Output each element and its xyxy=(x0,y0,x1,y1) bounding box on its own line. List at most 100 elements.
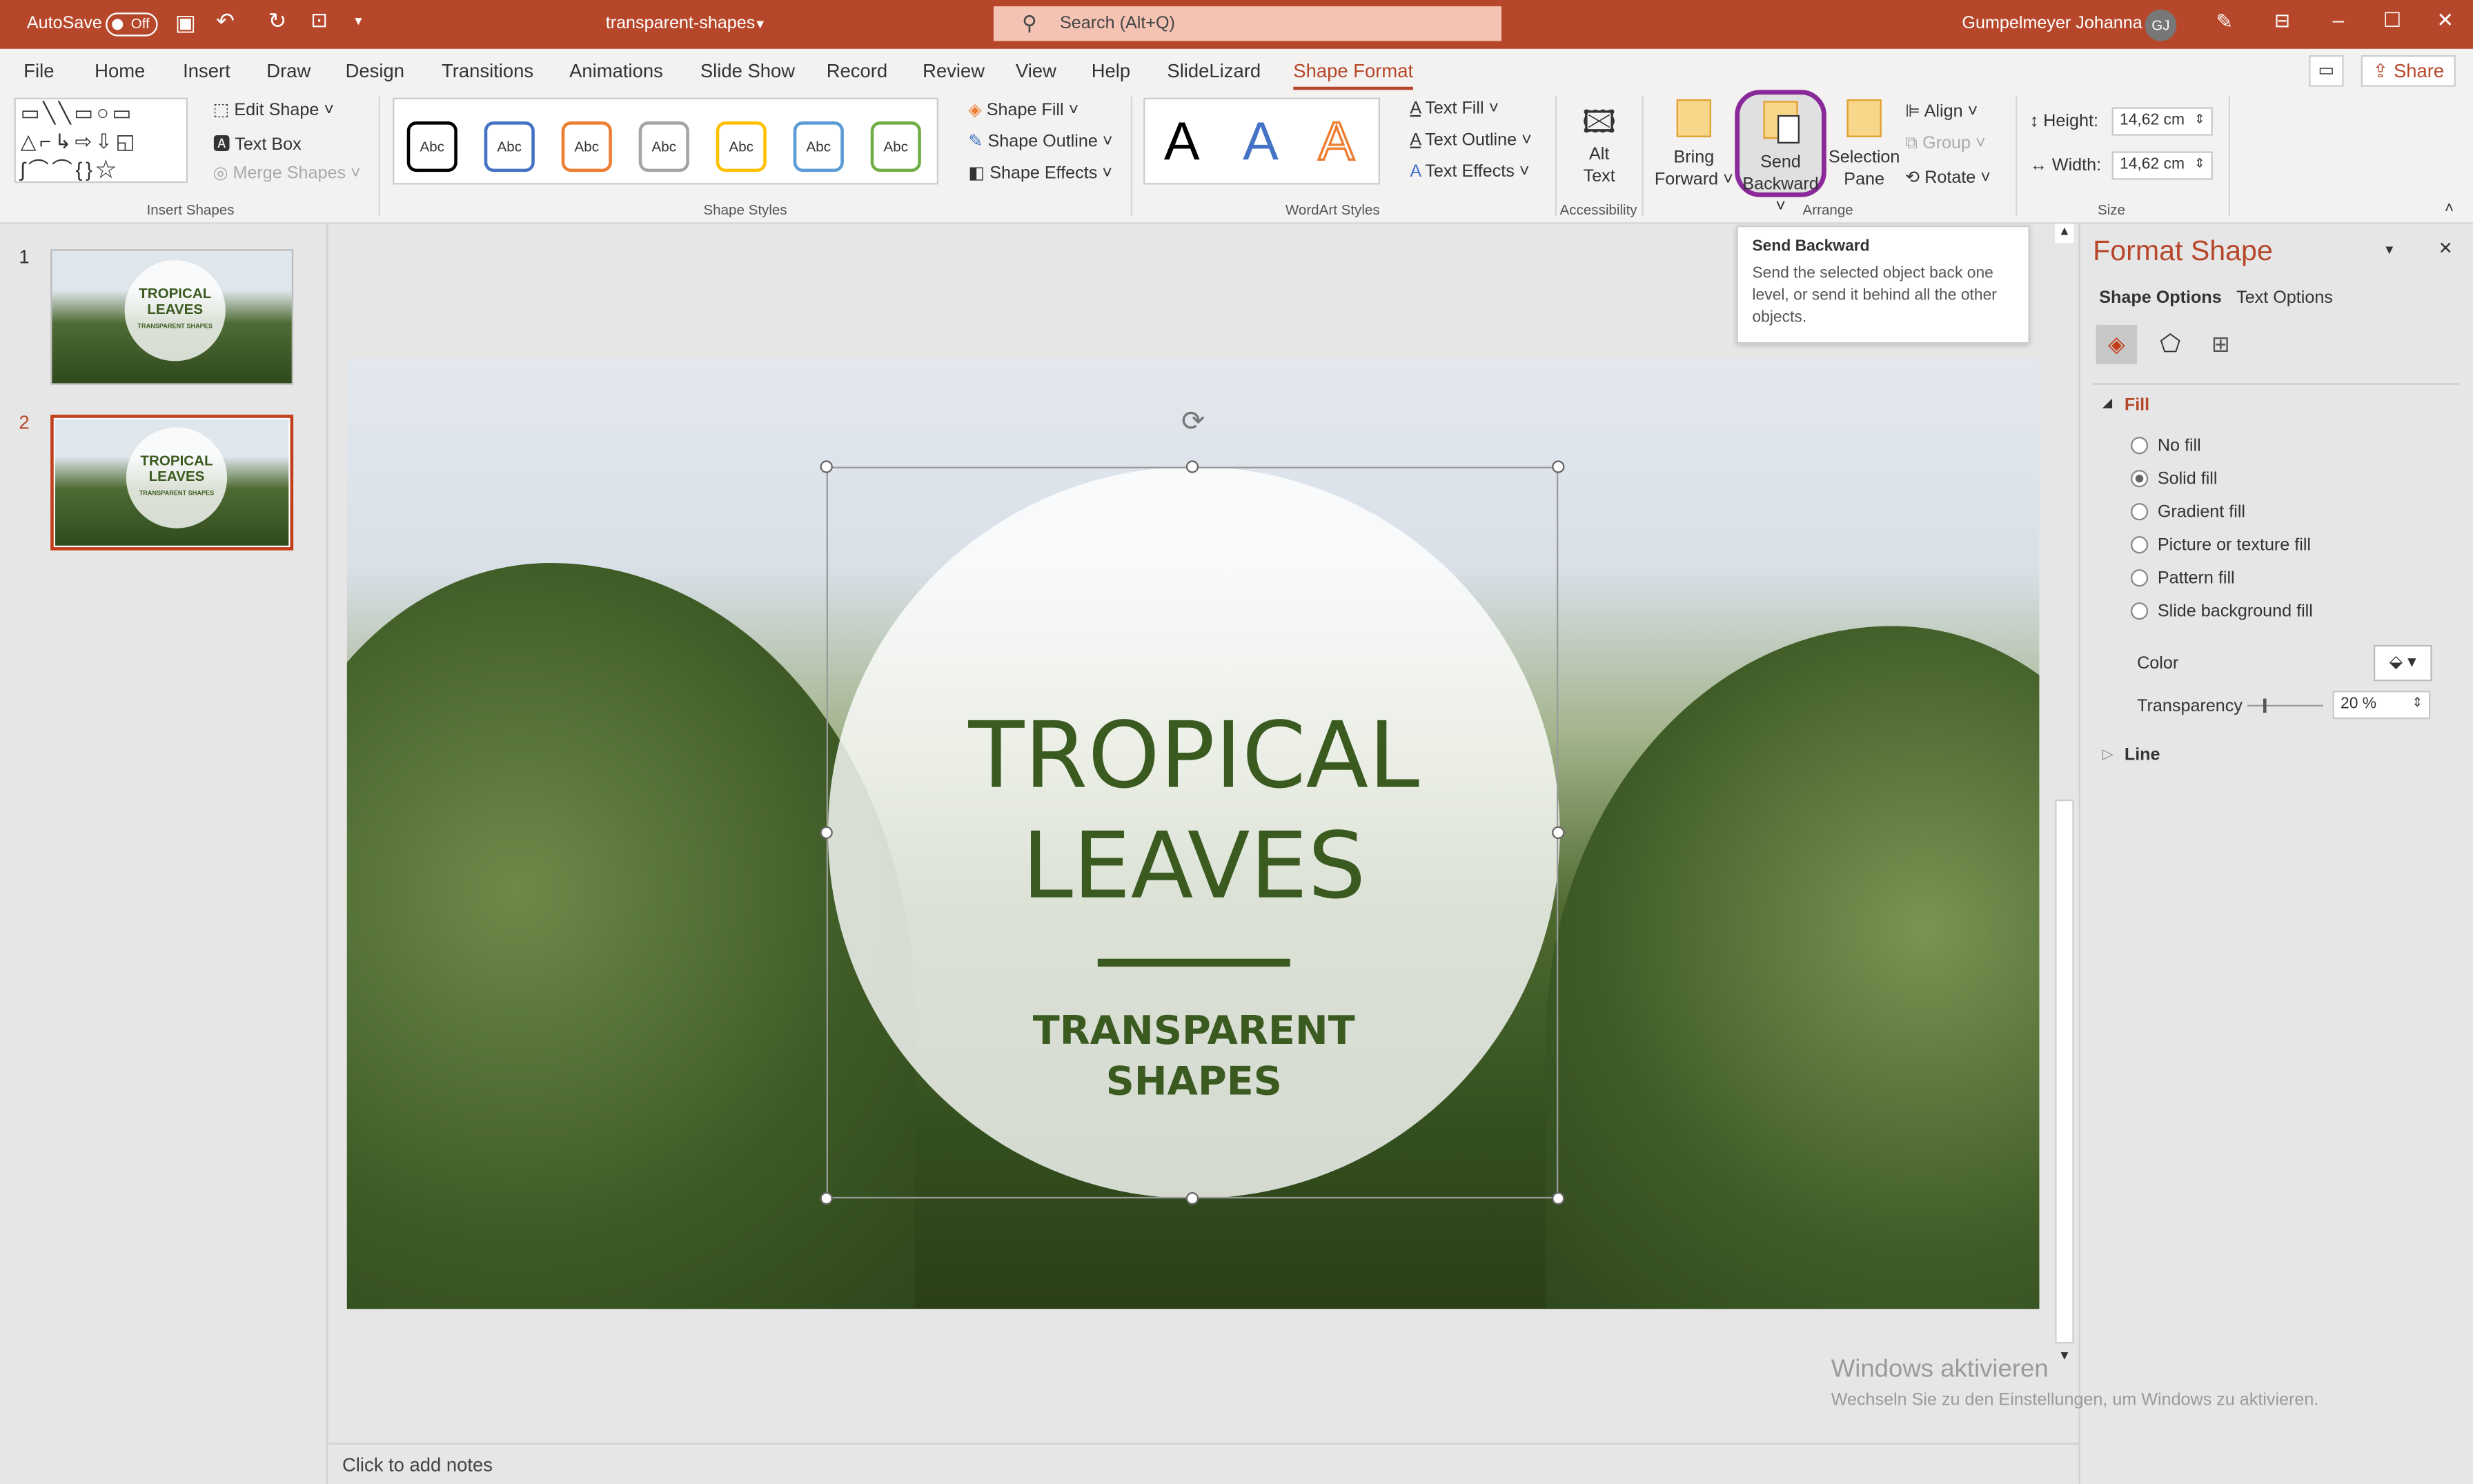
close-icon[interactable]: ✕ xyxy=(2436,8,2454,33)
resize-handle[interactable] xyxy=(1185,1191,1199,1205)
shape-outline-button[interactable]: ✎ Shape Outline ˅ xyxy=(968,131,1112,151)
ribbon-display-icon[interactable]: ⊟ xyxy=(2274,10,2290,32)
wordart-style[interactable]: A xyxy=(1243,112,1279,173)
shape-fill-button[interactable]: ◈ Shape Fill ˅ xyxy=(968,99,1078,119)
spinner-icon[interactable]: ⇕ xyxy=(2412,695,2423,710)
radio-gradient-fill[interactable]: Gradient fill xyxy=(2130,503,2245,522)
style-swatch[interactable]: Abc xyxy=(638,121,689,172)
tab-file[interactable]: File xyxy=(23,60,54,82)
selection-pane-button[interactable]: Selection Pane xyxy=(1826,99,1902,191)
pen-icon[interactable]: ✎ xyxy=(2216,10,2233,35)
user-name[interactable]: Gumpelmeyer Johanna xyxy=(1962,14,2142,33)
tab-view[interactable]: View xyxy=(1016,60,1056,82)
align-button[interactable]: ⊫ Align ˅ xyxy=(1905,101,1978,121)
scroll-thumb[interactable] xyxy=(2055,799,2074,1344)
tab-slidelizard[interactable]: SlideLizard xyxy=(1167,60,1261,82)
tab-shape-format[interactable]: Shape Format xyxy=(1293,60,1414,92)
slide-thumbnail-1[interactable]: TROPICAL LEAVES TRANSPARENT SHAPES xyxy=(50,249,294,385)
spinner-icon[interactable]: ⇕ xyxy=(2194,156,2205,170)
radio-slide-background-fill[interactable]: Slide background fill xyxy=(2130,602,2313,622)
wordart-style[interactable]: A xyxy=(1164,112,1200,173)
tab-insert[interactable]: Insert xyxy=(183,60,230,82)
document-title[interactable]: transparent-shapes xyxy=(606,14,756,33)
scroll-up-icon[interactable]: ▲ xyxy=(2055,224,2074,243)
text-fill-button[interactable]: A Text Fill ˅ xyxy=(1410,99,1499,118)
style-swatch[interactable]: Abc xyxy=(870,121,921,172)
line-expand-icon[interactable]: ▷ xyxy=(2102,746,2114,763)
send-backward-button[interactable]: Send Backward ˅ xyxy=(1735,90,1826,216)
style-swatch[interactable]: Abc xyxy=(406,121,457,172)
rotate-handle-icon[interactable]: ⟳ xyxy=(1181,405,1205,438)
line-section-header[interactable]: Line xyxy=(2125,746,2160,764)
style-swatch[interactable]: Abc xyxy=(561,121,612,172)
fill-section-header[interactable]: Fill xyxy=(2125,396,2149,415)
radio-pattern-fill[interactable]: Pattern fill xyxy=(2130,569,2235,588)
minimize-icon[interactable]: – xyxy=(2333,8,2345,31)
share-button[interactable]: ⇪ Share xyxy=(2361,55,2456,87)
style-swatch[interactable]: Abc xyxy=(793,121,844,172)
resize-handle[interactable] xyxy=(820,826,833,839)
wordart-style[interactable]: A xyxy=(1317,111,1355,173)
text-effects-button[interactable]: A Text Effects ˅ xyxy=(1410,162,1529,181)
width-field[interactable]: 14,62 cm ⇕ xyxy=(2111,151,2213,180)
comments-icon[interactable]: ▭ xyxy=(2309,55,2344,87)
color-picker-button[interactable]: ⬙ ▾ xyxy=(2373,644,2432,682)
group-button[interactable]: ⧉ Group ˅ xyxy=(1905,134,1986,155)
resize-handle[interactable] xyxy=(1552,460,1565,473)
height-field[interactable]: 14,62 cm ⇕ xyxy=(2111,107,2213,136)
collapse-ribbon-icon[interactable]: ˄ xyxy=(2445,200,2454,217)
customize-qat-icon[interactable]: ▾ xyxy=(355,12,362,30)
title-dropdown-icon[interactable]: ▼ xyxy=(754,17,767,32)
transparency-slider-thumb[interactable] xyxy=(2263,698,2266,713)
size-properties-icon[interactable]: ⊞ xyxy=(2200,325,2241,364)
undo-icon[interactable]: ↶ xyxy=(216,8,235,34)
tab-review[interactable]: Review xyxy=(923,60,985,82)
style-swatch[interactable]: Abc xyxy=(716,121,767,172)
rotate-button[interactable]: ⟲ Rotate ˅ xyxy=(1905,167,1991,188)
effects-pentagon-icon[interactable]: ⬠ xyxy=(2149,325,2190,364)
tab-home[interactable]: Home xyxy=(95,60,145,82)
notes-area[interactable]: Click to add notes xyxy=(328,1443,2079,1484)
tab-record[interactable]: Record xyxy=(827,60,887,82)
tab-design[interactable]: Design xyxy=(346,60,404,82)
pane-options-icon[interactable]: ▼ xyxy=(2383,243,2396,257)
resize-handle[interactable] xyxy=(1552,1191,1565,1205)
resize-handle[interactable] xyxy=(1185,460,1199,473)
fill-line-icon[interactable]: ◈ xyxy=(2096,324,2138,364)
tab-slide-show[interactable]: Slide Show xyxy=(700,60,795,82)
pane-close-icon[interactable]: ✕ xyxy=(2438,238,2453,258)
redo-icon[interactable]: ↻ xyxy=(268,8,287,34)
vertical-scrollbar[interactable]: ▲ ▼ xyxy=(2051,224,2078,1423)
bring-forward-button[interactable]: Bring Forward ˅ xyxy=(1653,99,1735,191)
edit-shape-button[interactable]: ⬚ Edit Shape ˅ xyxy=(213,99,334,119)
radio-picture-fill[interactable]: Picture or texture fill xyxy=(2130,536,2311,555)
text-box-button[interactable]: 🅰 Text Box xyxy=(213,131,302,157)
fill-collapse-icon[interactable]: ◢ xyxy=(2102,396,2112,410)
merge-shapes-button[interactable]: ◎ Merge Shapes ˅ xyxy=(213,162,361,183)
transparency-slider[interactable] xyxy=(2247,698,2323,713)
resize-handle[interactable] xyxy=(820,1191,833,1205)
search-input[interactable]: ⚲ Search (Alt+Q) xyxy=(993,6,1501,41)
radio-no-fill[interactable]: No fill xyxy=(2130,437,2201,456)
tab-help[interactable]: Help xyxy=(1092,60,1130,82)
shapes-gallery[interactable]: ▭╲╲▭○▭ △⌐↳⇨⇩◱ ʃ⌒⌒{}☆ xyxy=(14,97,188,184)
save-icon[interactable]: ▣ xyxy=(175,10,196,37)
present-icon[interactable]: ⊡ xyxy=(311,8,328,33)
transparency-field[interactable]: 20 % ⇕ xyxy=(2332,691,2431,720)
tab-shape-options[interactable]: Shape Options xyxy=(2099,288,2221,307)
alt-text-button[interactable]: 🖾 Alt Text xyxy=(1571,103,1628,188)
tab-transitions[interactable]: Transitions xyxy=(442,60,533,82)
style-swatch[interactable]: Abc xyxy=(484,121,535,172)
tab-animations[interactable]: Animations xyxy=(569,60,663,82)
text-outline-button[interactable]: A Text Outline ˅ xyxy=(1410,131,1531,150)
slide-thumbnail-2[interactable]: TROPICAL LEAVES TRANSPARENT SHAPES xyxy=(50,415,294,551)
tab-draw[interactable]: Draw xyxy=(266,60,311,82)
shape-effects-button[interactable]: ◧ Shape Effects ˅ xyxy=(968,162,1112,183)
radio-solid-fill[interactable]: Solid fill xyxy=(2130,470,2217,489)
tab-text-options[interactable]: Text Options xyxy=(2236,288,2333,307)
resize-handle[interactable] xyxy=(820,460,833,473)
autosave-toggle[interactable]: Off xyxy=(106,12,158,37)
resize-handle[interactable] xyxy=(1552,826,1565,839)
spinner-icon[interactable]: ⇕ xyxy=(2194,112,2205,126)
maximize-icon[interactable]: ☐ xyxy=(2383,8,2402,33)
